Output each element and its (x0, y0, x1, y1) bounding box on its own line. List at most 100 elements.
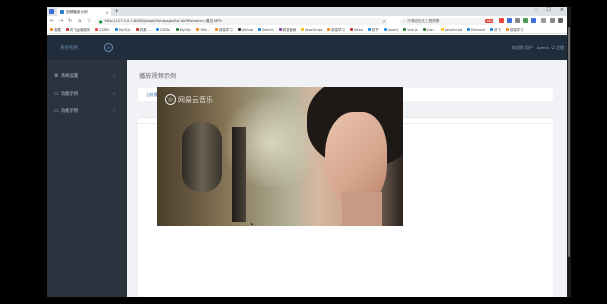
sidebar-item-demo[interactable]: ▭ 功能示例 ‹ (47, 105, 127, 117)
bookmark-favicon-icon (65, 28, 69, 31)
more-icon[interactable] (558, 18, 563, 23)
bookmark-label: CSDN- (99, 27, 111, 32)
bookmark-item[interactable]: 讯飞运维服务 (65, 27, 91, 32)
bookmark-favicon-icon (135, 28, 139, 31)
minimize-icon[interactable]: – (535, 7, 538, 13)
bookmark-item[interactable]: Jquery (383, 27, 399, 32)
search-icon: ⌕ (403, 19, 406, 23)
bookmark-favicon-icon (490, 28, 494, 31)
bookmark-label: 知乎 (371, 28, 379, 32)
extension-icon[interactable] (523, 18, 528, 23)
bookmark-favicon-icon (505, 28, 509, 31)
netease-music-logo-icon: ◎ (165, 94, 176, 105)
bookmark-item[interactable]: Gitee (349, 28, 363, 32)
bookmark-item[interactable]: JavaScript (441, 28, 462, 32)
bookmark-favicon-icon (327, 28, 331, 31)
bookmark-favicon-icon (278, 28, 282, 31)
extension-icon[interactable] (507, 18, 512, 23)
monitor-icon: ▭ (54, 108, 59, 114)
bookmark-item[interactable]: 前端学习 (215, 27, 233, 32)
bookmark-label: Element (471, 27, 486, 32)
extension-icon[interactable] (531, 18, 536, 23)
bookmarks-bar: 收藏 讯飞运维服务 CSDN- MySQL 同源 ... CSDN- MySQL 360...… (47, 26, 567, 34)
logout-label: 注销 (556, 45, 564, 50)
bookmark-item[interactable]: Vue... (422, 28, 436, 32)
reload-icon[interactable]: ↻ (68, 18, 72, 24)
bookmark-favicon-icon (403, 28, 407, 31)
maximize-icon[interactable]: ☐ (546, 7, 550, 13)
extension-icon[interactable] (515, 18, 520, 23)
menu-icon[interactable] (550, 18, 555, 23)
bookmark-favicon-icon (175, 28, 179, 31)
logout-icon: ⏻ (551, 45, 555, 50)
window-controls: – ☐ × (535, 7, 564, 13)
bookmark-item[interactable]: 收藏 (50, 27, 61, 32)
close-tab-icon[interactable]: × (106, 10, 109, 15)
browser-tab[interactable]: 视频播放示例 × (57, 8, 111, 16)
user-greeting[interactable]: 欢迎您 用户 (512, 45, 533, 51)
bookmark-favicon-icon (257, 28, 261, 31)
bookmark-favicon-icon (115, 28, 119, 31)
browser-window: 视频播放示例 × + – ☐ × ← → ↻ ⌂ ☆ ● http://127.… (47, 7, 567, 297)
sidebar-item-label: 系统设置 (61, 74, 79, 79)
bookmark-favicon-icon (196, 28, 200, 31)
bookmark-label: 精准营销 (282, 28, 297, 32)
bookmark-item[interactable]: 360... (196, 28, 210, 32)
sidebar-item-demo[interactable]: ▭ 功能示例 ‹ (47, 88, 127, 100)
bookmark-item[interactable]: 前端学习 (505, 27, 524, 32)
back-icon[interactable]: ← (50, 18, 54, 24)
bookmark-item[interactable]: Element (467, 28, 485, 32)
settings-icon[interactable] (541, 18, 546, 23)
menu-toggle-icon[interactable]: ⊖ (104, 43, 113, 52)
bookmark-item[interactable]: 讯飞 (490, 27, 501, 32)
microphone-shape (182, 122, 222, 192)
bookmark-item[interactable]: CSDN- (155, 27, 171, 32)
bookmark-item[interactable]: MySQL (175, 28, 191, 32)
bookmark-label: CSDN- (159, 27, 171, 32)
browser-menu-icon[interactable] (49, 9, 54, 14)
bookmark-label: Search (261, 27, 274, 32)
vertical-scrollbar[interactable] (567, 7, 571, 297)
bookmark-favicon-icon (95, 28, 99, 31)
page-title: 播放视频示例 (139, 73, 177, 80)
forward-icon[interactable]: → (59, 18, 63, 24)
bookmark-item[interactable]: 精准营销 (278, 27, 297, 32)
bookmark-favicon-icon (422, 28, 426, 31)
bookmark-favicon-icon (349, 28, 353, 31)
bookmark-favicon-icon (467, 28, 471, 31)
bookmark-label: 收藏 (54, 28, 61, 32)
bookmark-item[interactable]: MySQL (115, 28, 131, 32)
chevron-left-icon: ‹ (113, 73, 115, 79)
bookmark-label: 前端学习 (219, 28, 233, 32)
bookmark-item[interactable]: JavaScript (301, 28, 322, 32)
url-text: http://127.0.0.1:8080/jeegit/frontpage/l… (104, 18, 222, 23)
bookmark-label: Vue.js (407, 27, 418, 32)
brand-title[interactable]: 系统名称 (60, 45, 78, 51)
person-neck-shape (342, 192, 382, 226)
logout-button[interactable]: ⏻ 注销 (552, 45, 564, 51)
url-input[interactable]: ● http://127.0.0.1:8080/jeegit/frontpage… (95, 17, 388, 25)
bookmark-item[interactable]: CSDN- (95, 28, 110, 32)
video-player[interactable]: ◎ 网易云音乐 (157, 87, 403, 226)
bookmark-star-icon[interactable]: ☆ (87, 18, 91, 24)
bookmark-label: 讯飞运维服务 (69, 28, 91, 32)
search-input[interactable]: ⌕ 冷清因苦无上限预警 360 (400, 17, 495, 25)
watermark-text: 网易云音乐 (178, 95, 213, 104)
admin-label[interactable]: Admin (537, 45, 549, 50)
share-icon[interactable]: ↗ (382, 19, 385, 24)
close-window-icon[interactable]: × (560, 7, 564, 13)
scrollbar-thumb[interactable] (568, 27, 570, 257)
bookmark-item[interactable]: 知乎 (367, 27, 379, 32)
bookmark-label: Jquery (387, 27, 399, 32)
bookmark-favicon-icon (50, 28, 53, 31)
new-tab-icon[interactable]: + (114, 8, 119, 15)
extension-icon[interactable] (499, 18, 504, 23)
sidebar-item-settings[interactable]: ⚙ 系统设置 ‹ (47, 70, 127, 82)
bookmark-item[interactable]: Vue.js (403, 27, 418, 32)
bookmark-label: 前端学习 (509, 28, 524, 32)
bookmark-item[interactable]: 同源 ... (135, 27, 151, 32)
home-icon[interactable]: ⌂ (78, 18, 81, 24)
bookmark-item[interactable]: Github (237, 28, 253, 32)
bookmark-item[interactable]: Search (257, 27, 274, 32)
bookmark-item[interactable]: 前端学习 (327, 27, 345, 32)
